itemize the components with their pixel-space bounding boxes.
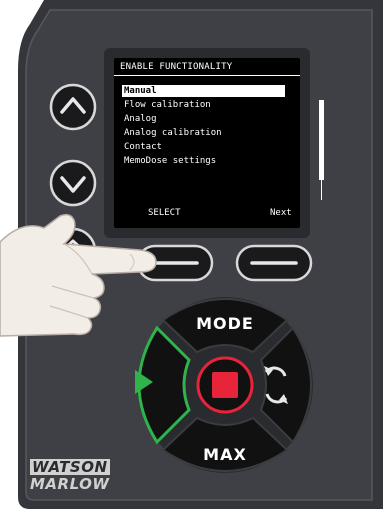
stop-icon	[212, 372, 238, 398]
max-label: MAX	[203, 445, 247, 464]
scrollbar-thumb[interactable]	[319, 100, 324, 180]
brand-line2: MARLOW	[30, 475, 110, 493]
menu-item-manual[interactable]: Manual	[122, 85, 285, 97]
lcd-screen: ENABLE FUNCTIONALITY Manual Flow calibra…	[114, 58, 324, 228]
menu-item-analog-calibration[interactable]: Analog calibration	[122, 127, 285, 139]
pointing-hand	[0, 213, 157, 337]
softkey-right-button[interactable]	[234, 243, 314, 283]
menu-item-contact[interactable]: Contact	[122, 141, 285, 153]
brand-line1: WATSON	[30, 458, 110, 476]
title-divider	[114, 75, 300, 76]
mode-label: MODE	[196, 314, 254, 333]
screen-title: ENABLE FUNCTIONALITY	[120, 62, 233, 72]
menu-item-analog[interactable]: Analog	[122, 113, 285, 125]
softkey-right-label: Next	[270, 208, 292, 218]
down-button[interactable]	[48, 158, 98, 208]
pump-control-panel: ENABLE FUNCTIONALITY Manual Flow calibra…	[0, 0, 383, 509]
menu-item-memodose-settings[interactable]: MemoDose settings	[122, 155, 285, 167]
up-button[interactable]	[48, 82, 98, 132]
menu-item-flow-calibration[interactable]: Flow calibration	[122, 99, 285, 111]
